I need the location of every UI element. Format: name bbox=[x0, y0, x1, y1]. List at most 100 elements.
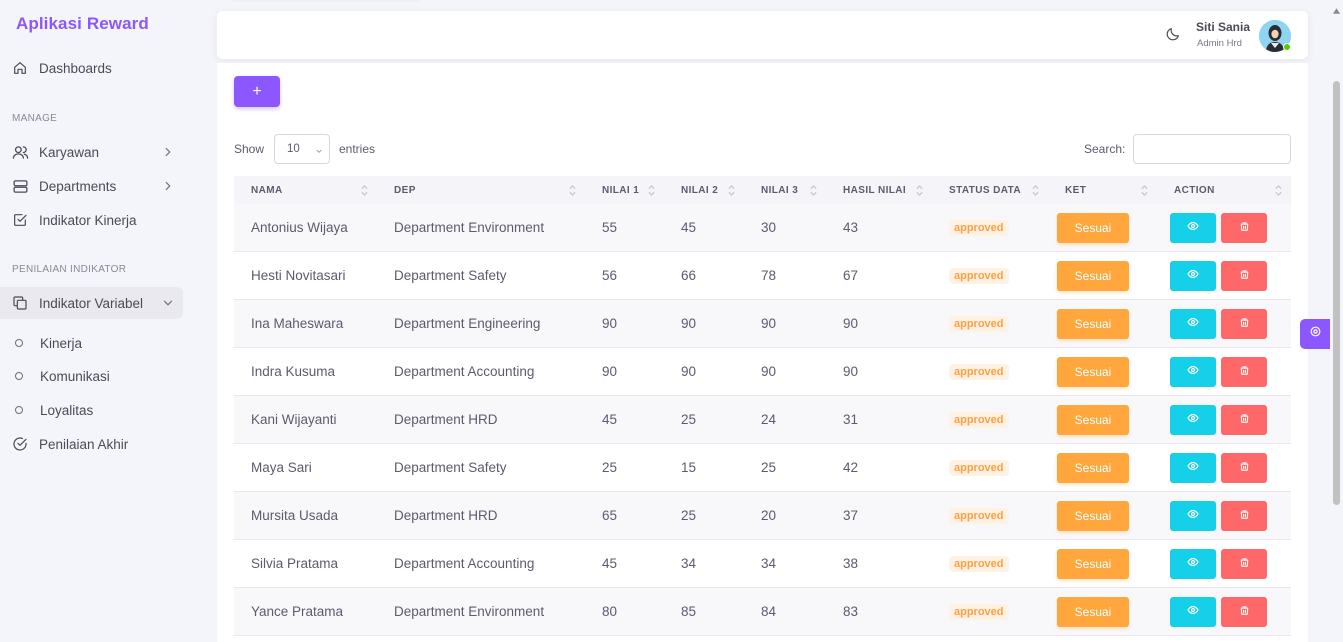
cell-nama: Yance Pratama bbox=[251, 604, 344, 619]
sidebar-item-indikator-kinerja[interactable]: Indikator Kinerja bbox=[0, 204, 183, 236]
cell-hasil: 90 bbox=[843, 316, 859, 331]
users-icon bbox=[11, 143, 29, 161]
ket-button[interactable]: Sesuai bbox=[1057, 452, 1129, 483]
column-header[interactable]: NAMA bbox=[234, 176, 377, 204]
user-role: Admin Hrd bbox=[1197, 38, 1242, 49]
sidebar-subitem-kinerja[interactable]: Kinerja bbox=[0, 327, 183, 359]
sidebar-item-departments[interactable]: Departments bbox=[0, 170, 183, 202]
trash-icon bbox=[1239, 556, 1250, 571]
cell-action bbox=[1157, 300, 1291, 347]
ket-button[interactable]: Sesuai bbox=[1057, 500, 1129, 531]
settings-icon bbox=[1309, 325, 1322, 343]
column-header[interactable]: ACTION bbox=[1157, 176, 1291, 204]
cell-hasil: 38 bbox=[843, 556, 859, 571]
sidebar-item-karyawan[interactable]: Karyawan bbox=[0, 136, 183, 168]
delete-button[interactable] bbox=[1221, 596, 1267, 627]
search-input[interactable] bbox=[1133, 134, 1291, 164]
moon-icon[interactable] bbox=[1165, 26, 1183, 44]
column-header-label: HASIL NILAI bbox=[843, 184, 907, 196]
ket-button[interactable]: Sesuai bbox=[1057, 596, 1129, 627]
view-button[interactable] bbox=[1170, 260, 1216, 291]
ket-button[interactable]: Sesuai bbox=[1057, 548, 1129, 579]
ket-button[interactable]: Sesuai bbox=[1057, 404, 1129, 435]
sidebar-item-dashboards[interactable]: Dashboards bbox=[0, 52, 183, 84]
cell-dep: Department Safety bbox=[394, 268, 507, 283]
column-header[interactable]: KET bbox=[1048, 176, 1157, 204]
ket-button[interactable]: Sesuai bbox=[1057, 308, 1129, 339]
eye-icon bbox=[1187, 460, 1199, 475]
delete-button[interactable] bbox=[1221, 260, 1267, 291]
view-button[interactable] bbox=[1170, 452, 1216, 483]
table-row: Ina Maheswara Department Engineering 90 90 9… bbox=[234, 300, 1291, 348]
cell-nama: Maya Sari bbox=[251, 460, 312, 475]
column-header[interactable]: STATUS DATA bbox=[932, 176, 1048, 204]
page-scrollbar[interactable] bbox=[1330, 0, 1343, 642]
sort-icon bbox=[1031, 184, 1040, 197]
ket-button[interactable]: Sesuai bbox=[1057, 356, 1129, 387]
column-header[interactable]: NILAI 2 bbox=[664, 176, 744, 204]
chevron-down-icon bbox=[161, 296, 175, 310]
view-button[interactable] bbox=[1170, 548, 1216, 579]
cell-nama: Mursita Usada bbox=[251, 508, 339, 523]
cell-dep: Department Environment bbox=[394, 604, 545, 619]
ket-button[interactable]: Sesuai bbox=[1057, 212, 1129, 243]
ket-button[interactable]: Sesuai bbox=[1057, 260, 1129, 291]
add-button[interactable]: + bbox=[234, 76, 280, 107]
cell-status: approved bbox=[932, 444, 1048, 491]
column-header-label: NILAI 1 bbox=[602, 184, 640, 196]
sort-icon bbox=[647, 184, 656, 197]
delete-button[interactable] bbox=[1221, 500, 1267, 531]
table-row: Maya Sari Department Safety 25 15 25 42 approv… bbox=[234, 444, 1291, 492]
sort-icon bbox=[568, 184, 577, 197]
view-button[interactable] bbox=[1170, 356, 1216, 387]
sidebar-item-label: Karyawan bbox=[39, 144, 100, 160]
cell-ket: Sesuai bbox=[1048, 492, 1157, 539]
delete-button[interactable] bbox=[1221, 308, 1267, 339]
view-button[interactable] bbox=[1170, 500, 1216, 531]
view-button[interactable] bbox=[1170, 596, 1216, 627]
status-badge: approved bbox=[949, 315, 1009, 332]
chevron-right-icon bbox=[161, 145, 175, 159]
cell-n3: 25 bbox=[761, 460, 777, 475]
customizer-button[interactable] bbox=[1300, 319, 1330, 349]
sidebar-item-indikator-variabel[interactable]: Indikator Variabel bbox=[0, 287, 183, 319]
column-header-label: NAMA bbox=[251, 184, 283, 196]
sidebar-item-penilaian-akhir[interactable]: Penilaian Akhir bbox=[0, 428, 183, 460]
delete-button[interactable] bbox=[1221, 356, 1267, 387]
faded-breadcrumb bbox=[232, 0, 422, 2]
sidebar-subitem-loyalitas[interactable]: Loyalitas bbox=[0, 394, 183, 426]
column-header[interactable]: NILAI 3 bbox=[744, 176, 826, 204]
sidebar-subitem-komunikasi[interactable]: Komunikasi bbox=[0, 360, 183, 392]
cell-hasil: 42 bbox=[843, 460, 859, 475]
scroll-thumb[interactable] bbox=[1333, 81, 1340, 505]
entries-select[interactable]: 10 bbox=[274, 134, 330, 164]
status-badge: approved bbox=[949, 363, 1009, 380]
sidebar-item-label: Komunikasi bbox=[40, 368, 110, 384]
delete-button[interactable] bbox=[1221, 404, 1267, 435]
main-card: + Show 10 entries Search: NAMA DEP NILAI 1… bbox=[217, 63, 1308, 642]
cell-n2: 34 bbox=[681, 556, 697, 571]
table-row: Silvia Pratama Department Accounting 45 34 3… bbox=[234, 540, 1291, 588]
status-badge: approved bbox=[949, 267, 1009, 284]
delete-button[interactable] bbox=[1221, 452, 1267, 483]
view-button[interactable] bbox=[1170, 308, 1216, 339]
cell-n1: 25 bbox=[602, 460, 618, 475]
cell-status: approved bbox=[932, 252, 1048, 299]
view-button[interactable] bbox=[1170, 212, 1216, 243]
status-badge: approved bbox=[949, 459, 1009, 476]
view-button[interactable] bbox=[1170, 404, 1216, 435]
column-header[interactable]: DEP bbox=[377, 176, 585, 204]
app-brand[interactable]: Aplikasi Reward bbox=[16, 14, 149, 34]
delete-button[interactable] bbox=[1221, 548, 1267, 579]
column-header[interactable]: NILAI 1 bbox=[585, 176, 664, 204]
scroll-up-arrow-icon[interactable] bbox=[1332, 2, 1341, 14]
circle-icon bbox=[15, 372, 23, 380]
cell-n1: 65 bbox=[602, 508, 618, 523]
table-row: Indra Kusuma Department Accounting 90 90 90 9… bbox=[234, 348, 1291, 396]
cell-nama: Silvia Pratama bbox=[251, 556, 339, 571]
delete-button[interactable] bbox=[1221, 212, 1267, 243]
trash-icon bbox=[1239, 460, 1250, 475]
cell-dep: Department HRD bbox=[394, 508, 498, 523]
column-header[interactable]: HASIL NILAI bbox=[826, 176, 932, 204]
status-badge: approved bbox=[949, 555, 1009, 572]
